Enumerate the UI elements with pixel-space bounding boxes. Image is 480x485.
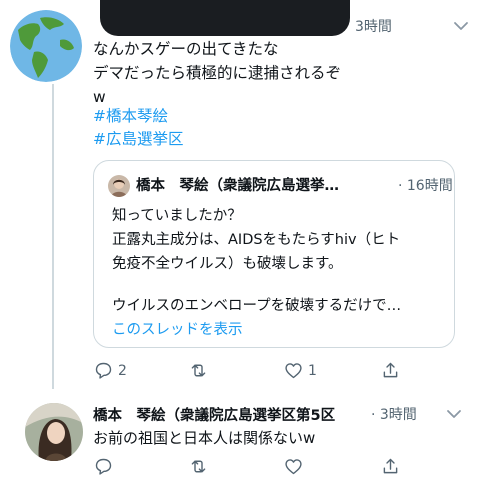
share-button[interactable]	[380, 360, 401, 381]
redacted-username	[100, 0, 350, 36]
reply-author-name[interactable]: 橋本 琴絵（衆議院広島選挙区第5区	[93, 404, 335, 425]
like-button[interactable]	[283, 456, 304, 477]
chevron-down-icon[interactable]	[442, 402, 466, 426]
share-button[interactable]	[380, 456, 401, 477]
avatar[interactable]	[10, 10, 82, 82]
chevron-down-icon[interactable]	[449, 14, 473, 38]
quote-text-line: 知っていましたか？	[112, 208, 242, 224]
reply-icon	[95, 362, 112, 379]
share-icon	[383, 458, 398, 474]
quote-author-avatar	[108, 175, 130, 197]
globe-avatar-icon	[10, 10, 82, 82]
reply-count: 2	[118, 362, 127, 379]
tweet-text-line: なんかスゲーの出てきたな	[93, 40, 279, 58]
show-thread-link[interactable]: このスレッドを表示	[112, 318, 243, 339]
tweet-text-line: デマだったら積極的に逮捕されるぞ	[93, 64, 342, 82]
hashtag-link[interactable]: #広島選挙区	[93, 127, 184, 151]
reply-timestamp[interactable]: · 3時間	[371, 404, 417, 424]
retweet-icon	[191, 364, 206, 377]
hashtag-link[interactable]: #橋本琴絵	[93, 104, 168, 128]
reply-button[interactable]	[93, 456, 114, 477]
like-icon	[285, 363, 302, 379]
like-button[interactable]: 1	[283, 360, 317, 381]
quote-author-name: 橋本 琴絵（衆議院広島選挙…	[136, 178, 339, 194]
quote-timestamp: · 16時間	[398, 178, 453, 194]
reply-button[interactable]: 2	[93, 360, 127, 381]
quote-text-line: ウイルスのエンベロープを破壊するだけで…	[112, 298, 402, 314]
share-icon	[383, 362, 398, 378]
quote-text-line: 正露丸主成分は、AIDSをもたらすhiv（ヒト	[112, 232, 401, 248]
avatar[interactable]	[25, 403, 83, 461]
reply-timestamp[interactable]: 3時間	[355, 16, 392, 36]
quoted-tweet-card[interactable]: 橋本 琴絵（衆議院広島選挙… · 16時間 知っていましたか？ 正露丸主成分は、…	[93, 160, 455, 348]
quote-text-line: 免疫不全ウイルス）も破壊します。	[112, 256, 343, 272]
thread-connector	[52, 84, 54, 389]
retweet-button[interactable]	[188, 456, 209, 477]
like-count: 1	[308, 362, 317, 379]
tweet-text: お前の祖国と日本人は関係ないw	[93, 429, 316, 447]
like-icon	[285, 459, 302, 475]
retweet-icon	[191, 460, 206, 473]
retweet-button[interactable]	[188, 360, 209, 381]
reply-icon	[95, 458, 112, 475]
